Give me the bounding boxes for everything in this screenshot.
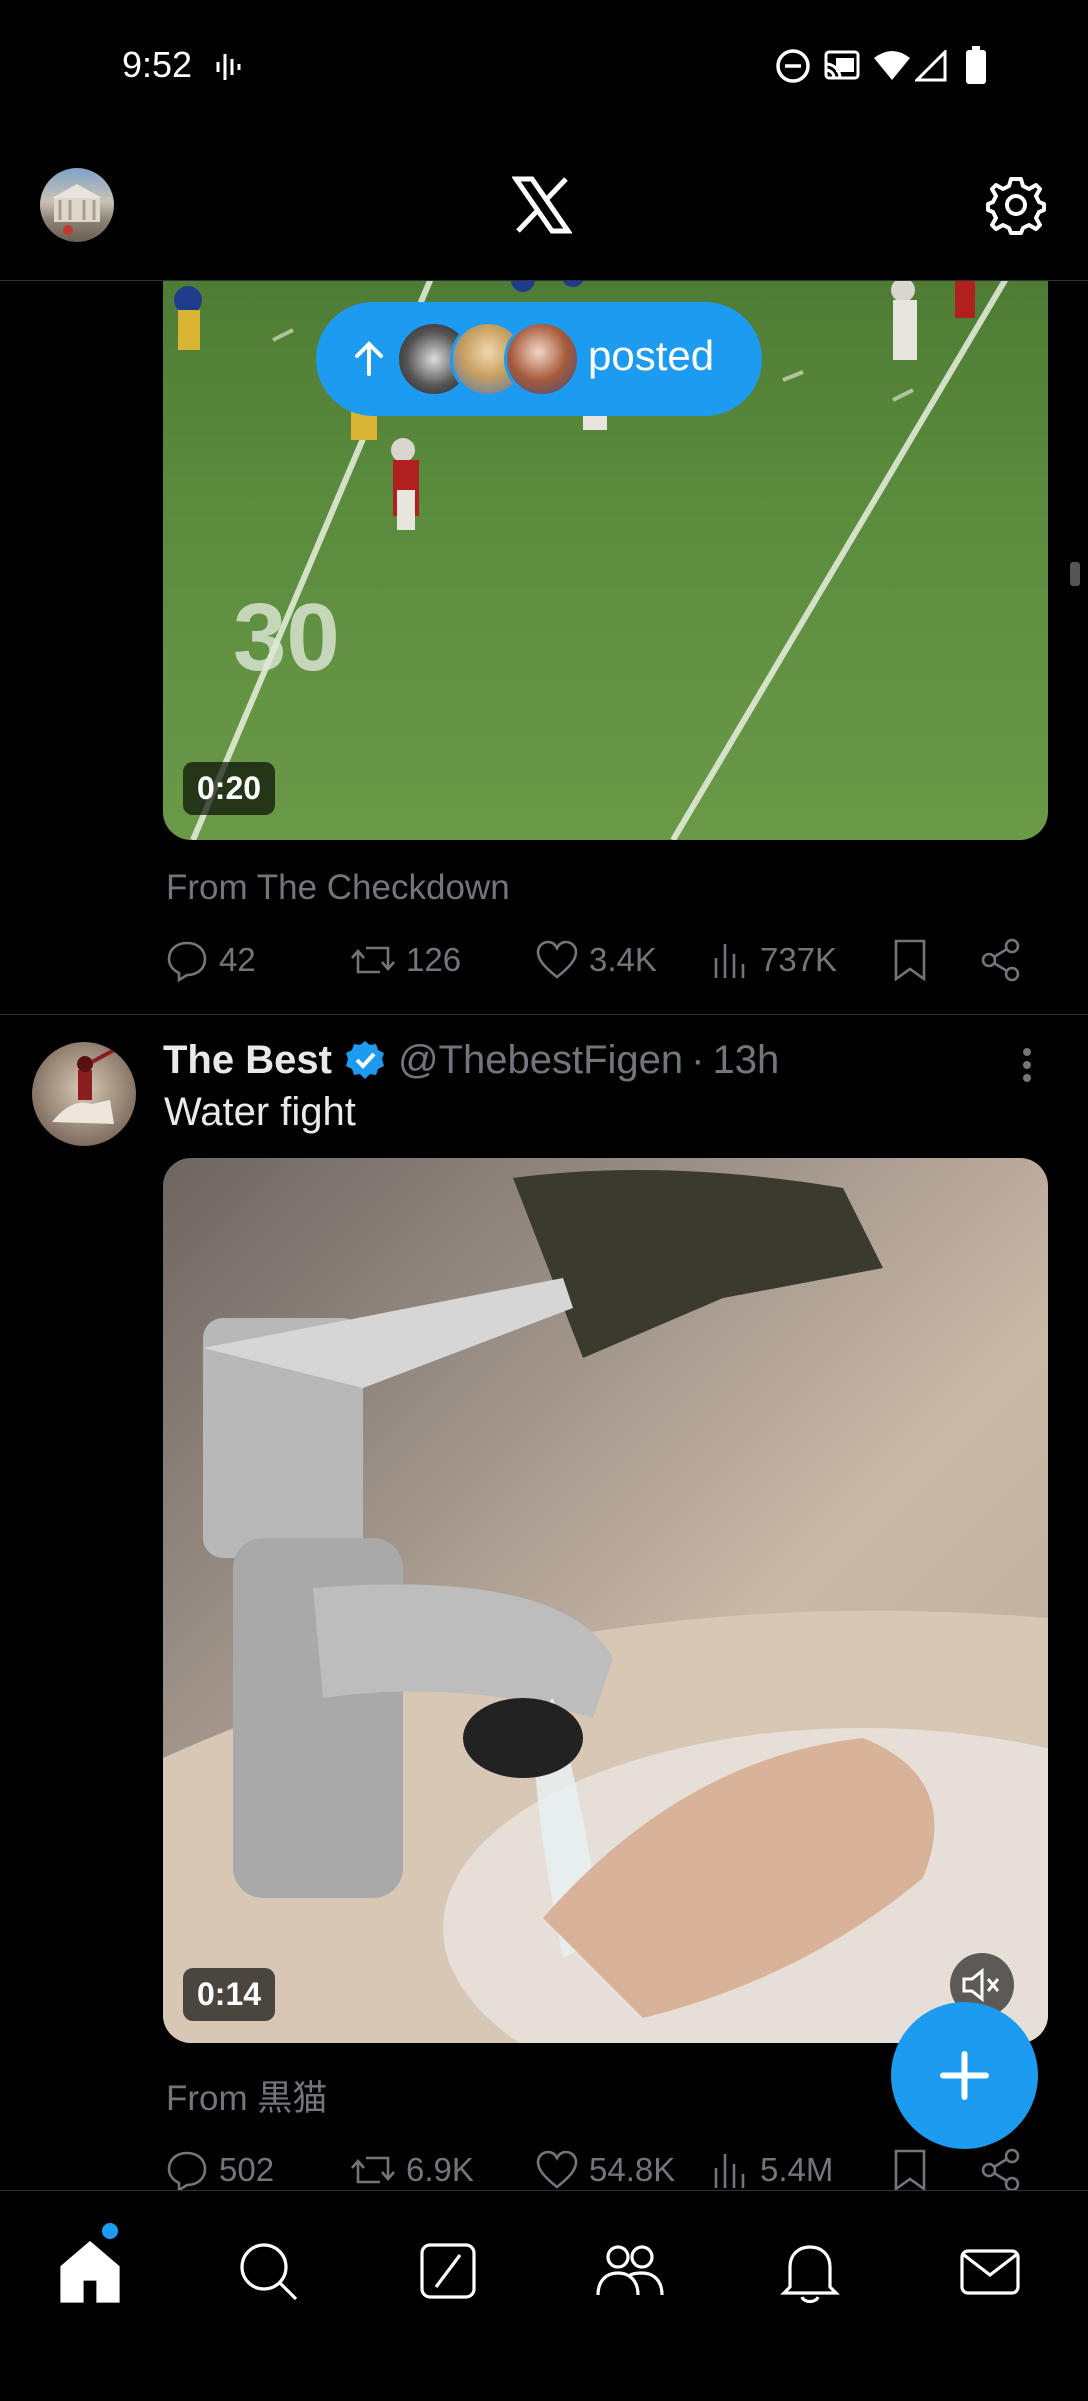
analytics-icon (714, 2154, 745, 2188)
faucet-video-image (163, 1170, 1048, 2043)
like-count: 3.4K (589, 941, 657, 978)
share-icon (981, 938, 1020, 982)
tweet-text: Water fight (164, 1090, 356, 1134)
reply-count: 502 (219, 2151, 275, 2188)
cellular-signal-icon (915, 50, 947, 82)
view-count: 737K (760, 941, 838, 978)
reply-icon (167, 2151, 207, 2192)
repost-count: 6.9K (406, 2151, 474, 2188)
repost-count: 126 (406, 941, 462, 978)
do-not-disturb-icon (776, 49, 810, 83)
horse-rider-icon (52, 1048, 115, 1124)
gear-icon[interactable] (986, 175, 1046, 235)
cast-icon (824, 50, 860, 80)
video-duration: 0:14 (183, 1968, 276, 2021)
bottom-navigation (0, 2190, 1088, 2401)
tweet-source: From The Checkdown (166, 868, 510, 907)
bookmark-button[interactable] (892, 2148, 928, 2192)
separator-dot: · (691, 1037, 705, 1082)
nav-search[interactable] (228, 2231, 308, 2311)
svg-text:30: 30 (233, 584, 340, 691)
more-options-icon[interactable] (1010, 1046, 1044, 1086)
verified-badge-icon (345, 1041, 384, 1079)
avatar (504, 321, 580, 397)
arrow-up-icon (355, 341, 383, 376)
views-button[interactable]: 5.4M (710, 2148, 833, 2192)
grok-icon (420, 2243, 476, 2299)
nav-messages[interactable] (950, 2231, 1030, 2311)
nav-communities[interactable] (590, 2231, 670, 2311)
profile-avatar[interactable] (40, 168, 114, 242)
video-duration: 0:20 (183, 762, 276, 815)
bookmark-button[interactable] (892, 938, 928, 982)
nav-grok[interactable] (408, 2231, 488, 2311)
reply-button[interactable]: 42 (165, 938, 256, 982)
building-icon (52, 184, 102, 235)
tweet-time: 13h (712, 1037, 780, 1082)
x-logo-icon[interactable] (511, 175, 573, 235)
wifi-icon (874, 51, 910, 80)
repost-button[interactable]: 6.9K (350, 2148, 474, 2192)
reply-count: 42 (219, 941, 256, 978)
tweet-source: From 黒猫 (166, 2079, 328, 2118)
view-count: 5.4M (760, 2151, 834, 2188)
like-count: 54.8K (589, 2151, 676, 2188)
battery-icon (966, 46, 986, 84)
nav-home[interactable] (50, 2223, 130, 2311)
tweet-actions: 42 126 3.4K 737K (165, 938, 1025, 988)
heart-icon (536, 940, 578, 979)
compose-post-button[interactable] (891, 2002, 1038, 2149)
scrollbar-thumb[interactable] (1070, 562, 1080, 586)
search-icon (240, 2243, 298, 2301)
home-icon (60, 2240, 120, 2303)
share-button[interactable] (980, 938, 1022, 982)
top-header (0, 130, 1088, 281)
reply-button[interactable]: 502 (165, 2148, 274, 2192)
new-posts-pill[interactable]: posted (316, 302, 762, 416)
notifications-icon (780, 2245, 840, 2304)
nav-notifications[interactable] (770, 2231, 850, 2311)
messages-icon (960, 2249, 1020, 2295)
analytics-icon (714, 944, 745, 978)
bookmark-icon (894, 939, 926, 982)
share-icon (981, 2148, 1020, 2192)
repost-icon (351, 2156, 395, 2184)
tweet-header: The Best @ThebestFigen · 13h (163, 1032, 1043, 1088)
views-button[interactable]: 737K (710, 938, 837, 982)
status-time: 9:52 (122, 44, 193, 85)
reply-icon (167, 941, 207, 982)
share-button[interactable] (980, 2148, 1022, 2192)
like-button[interactable]: 54.8K (535, 2148, 675, 2192)
heart-icon (536, 2150, 578, 2189)
bookmark-icon (894, 2149, 926, 2192)
notification-dot (102, 2223, 118, 2239)
new-posts-label: posted (588, 332, 715, 379)
divider (0, 1014, 1088, 1015)
like-button[interactable]: 3.4K (535, 938, 657, 982)
repost-button[interactable]: 126 (350, 938, 461, 982)
author-avatar[interactable] (32, 1042, 136, 1146)
author-handle[interactable]: @ThebestFigen (398, 1038, 683, 1083)
voice-activity-icon (216, 54, 241, 80)
repost-icon (351, 946, 395, 974)
plus-icon (940, 2051, 989, 2100)
communities-icon (596, 2245, 664, 2296)
tweet-video[interactable]: 0:14 (163, 1158, 1048, 2043)
author-name[interactable]: The Best (163, 1038, 332, 1083)
status-bar: 9:52 (0, 0, 1088, 130)
